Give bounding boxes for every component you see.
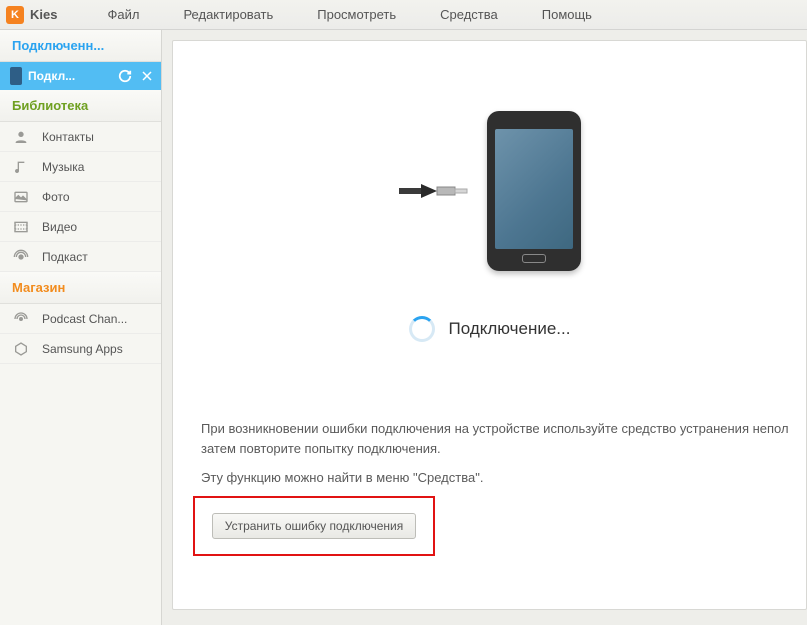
fix-connection-button[interactable]: Устранить ошибку подключения [212,513,416,539]
sidebar-item-label: Видео [42,220,77,234]
sidebar-item-label: Контакты [42,130,94,144]
phone-mini-icon [10,67,22,85]
contacts-icon [12,128,30,146]
menu-view[interactable]: Просмотреть [295,7,418,22]
sidebar-item-photo[interactable]: Фото [0,182,161,212]
help-text-block: При возникновении ошибки подключения на … [201,419,806,498]
video-icon [12,218,30,236]
device-illustration [399,111,581,271]
sidebar-device-row[interactable]: Подкл... [0,62,161,90]
podcast-icon [12,248,30,266]
phone-device-icon [487,111,581,271]
apps-icon [12,340,30,358]
menu-file[interactable]: Файл [85,7,161,22]
sidebar-item-video[interactable]: Видео [0,212,161,242]
app-window: K Kies Файл Редактировать Просмотреть Ср… [0,0,807,625]
sidebar-item-music[interactable]: Музыка [0,152,161,182]
sidebar-device-label: Подкл... [28,69,75,83]
menu-tools[interactable]: Средства [418,7,520,22]
broadcast-icon [12,310,30,328]
sidebar-item-label: Samsung Apps [42,342,123,356]
help-line: При возникновении ошибки подключения на … [201,419,806,458]
sidebar-item-podcast-channel[interactable]: Podcast Chan... [0,304,161,334]
close-icon[interactable] [139,68,155,84]
menubar: K Kies Файл Редактировать Просмотреть Ср… [0,0,807,30]
usb-cable-icon [399,180,469,202]
app-title: Kies [30,7,57,22]
sidebar-item-contacts[interactable]: Контакты [0,122,161,152]
sidebar-item-label: Фото [42,190,70,204]
menu-help[interactable]: Помощь [520,7,614,22]
photo-icon [12,188,30,206]
body-area: Подключенн... Подкл... Библиотека Контак… [0,30,807,625]
help-line: Эту функцию можно найти в меню "Средства… [201,468,806,488]
sidebar-library-header: Библиотека [0,90,161,122]
status-text: Подключение... [449,319,571,339]
music-icon [12,158,30,176]
sidebar-item-podcast[interactable]: Подкаст [0,242,161,272]
sidebar-store-header: Магазин [0,272,161,304]
app-logo-icon: K [6,6,24,24]
sidebar: Подключенн... Подкл... Библиотека Контак… [0,30,162,625]
sidebar-connected-header: Подключенн... [0,30,161,62]
menu-edit[interactable]: Редактировать [161,7,295,22]
connection-status: Подключение... [409,316,571,342]
sidebar-item-samsung-apps[interactable]: Samsung Apps [0,334,161,364]
main-panel: Подключение... При возникновении ошибки … [162,30,807,625]
refresh-icon[interactable] [117,68,133,84]
spinner-icon [409,316,435,342]
sidebar-item-label: Музыка [42,160,84,174]
sidebar-item-label: Подкаст [42,250,88,264]
sidebar-item-label: Podcast Chan... [42,312,127,326]
content-card: Подключение... При возникновении ошибки … [172,40,807,610]
fix-highlight-box: Устранить ошибку подключения [193,496,435,556]
